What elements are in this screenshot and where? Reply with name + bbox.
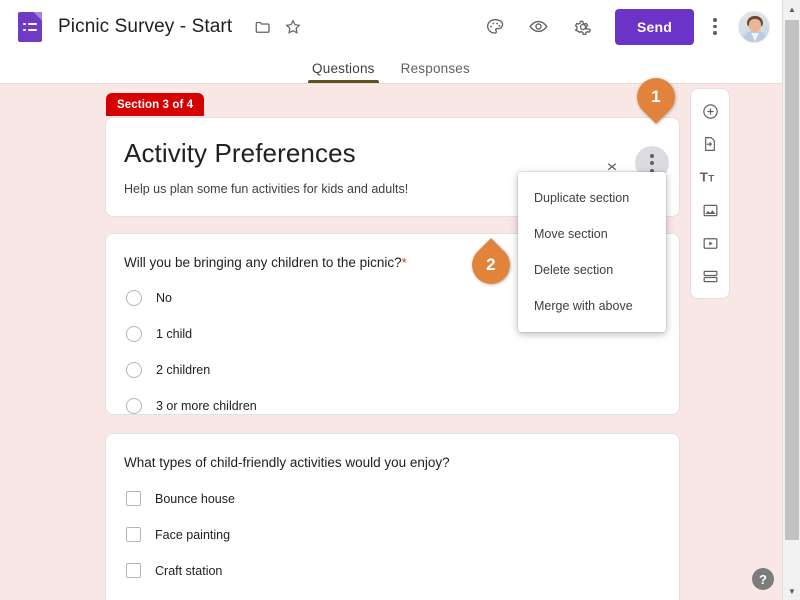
section-description[interactable]: Help us plan some fun activities for kid… <box>124 182 408 196</box>
scroll-up-icon[interactable]: ▲ <box>783 0 800 18</box>
form-tools-toolbar: T T <box>690 88 730 299</box>
add-title-icon[interactable]: T T <box>695 163 725 191</box>
page-title[interactable]: Picnic Survey - Start <box>58 16 232 38</box>
form-canvas: Section 3 of 4 Activity Preferences Help… <box>0 85 782 600</box>
star-icon[interactable] <box>278 12 308 42</box>
avatar[interactable] <box>738 10 770 43</box>
option-label: Face painting <box>155 527 231 542</box>
question-label-2: What types of child-friendly activities … <box>124 455 450 470</box>
callout-number-1: 1 <box>651 87 661 106</box>
question-text-2: What types of child-friendly activities … <box>124 455 450 470</box>
option-label: Craft station <box>155 563 223 578</box>
svg-text:T: T <box>708 173 714 184</box>
google-forms-editor: Picnic Survey - Start Send Questions Res… <box>0 0 800 600</box>
option-label: 1 child <box>156 327 193 341</box>
send-button[interactable]: Send <box>614 8 694 45</box>
palette-icon[interactable] <box>478 10 512 44</box>
option-label: No <box>156 291 172 305</box>
option-label: Bounce house <box>155 491 235 506</box>
svg-text:T: T <box>700 170 708 185</box>
menu-item-delete-section[interactable]: Delete section <box>518 252 666 288</box>
help-button[interactable]: ? <box>752 568 774 590</box>
app-header: Picnic Survey - Start Send <box>0 0 782 54</box>
vertical-scrollbar[interactable]: ▲ ▼ <box>782 0 800 600</box>
checkbox-icon[interactable] <box>126 527 141 542</box>
radio-icon[interactable] <box>126 290 142 306</box>
scroll-down-icon[interactable]: ▼ <box>783 582 800 600</box>
tab-questions[interactable]: Questions <box>308 61 379 83</box>
header-more-menu-icon[interactable] <box>700 10 730 44</box>
section-options-menu: Duplicate section Move section Delete se… <box>518 172 666 332</box>
checkbox-icon[interactable] <box>126 563 141 578</box>
import-questions-icon[interactable] <box>695 130 725 158</box>
radio-option-2[interactable]: 1 child <box>126 326 192 342</box>
checkbox-option-1[interactable]: Bounce house <box>126 491 235 506</box>
add-video-icon[interactable] <box>695 229 725 257</box>
add-section-icon[interactable] <box>695 262 725 290</box>
menu-item-merge-with-above[interactable]: Merge with above <box>518 288 666 324</box>
section-title[interactable]: Activity Preferences <box>124 138 356 169</box>
eye-icon[interactable] <box>522 10 556 44</box>
add-question-icon[interactable] <box>695 97 725 125</box>
menu-item-duplicate-section[interactable]: Duplicate section <box>518 180 666 216</box>
checkbox-option-3[interactable]: Craft station <box>126 563 222 578</box>
required-marker-1: * <box>401 255 407 270</box>
gear-icon[interactable] <box>566 10 600 44</box>
option-label: 3 or more children <box>156 399 257 413</box>
checkbox-option-2[interactable]: Face painting <box>126 527 230 542</box>
question-text-1: Will you be bringing any children to the… <box>124 255 407 270</box>
checkbox-icon[interactable] <box>126 491 141 506</box>
radio-icon[interactable] <box>126 326 142 342</box>
radio-icon[interactable] <box>126 398 142 414</box>
radio-option-3[interactable]: 2 children <box>126 362 210 378</box>
question-card-2[interactable]: What types of child-friendly activities … <box>105 433 680 600</box>
radio-icon[interactable] <box>126 362 142 378</box>
radio-option-1[interactable]: No <box>126 290 172 306</box>
forms-document-icon[interactable] <box>18 11 42 42</box>
tab-responses[interactable]: Responses <box>401 61 470 83</box>
status-badge: Section 3 of 4 <box>106 93 205 116</box>
radio-option-4[interactable]: 3 or more children <box>126 398 257 414</box>
add-image-icon[interactable] <box>695 196 725 224</box>
option-label: 2 children <box>156 363 211 377</box>
menu-item-move-section[interactable]: Move section <box>518 216 666 252</box>
scrollbar-thumb[interactable] <box>785 20 799 540</box>
folder-icon[interactable] <box>248 12 278 42</box>
question-label-1: Will you be bringing any children to the… <box>124 255 402 270</box>
callout-number-2: 2 <box>486 255 496 274</box>
